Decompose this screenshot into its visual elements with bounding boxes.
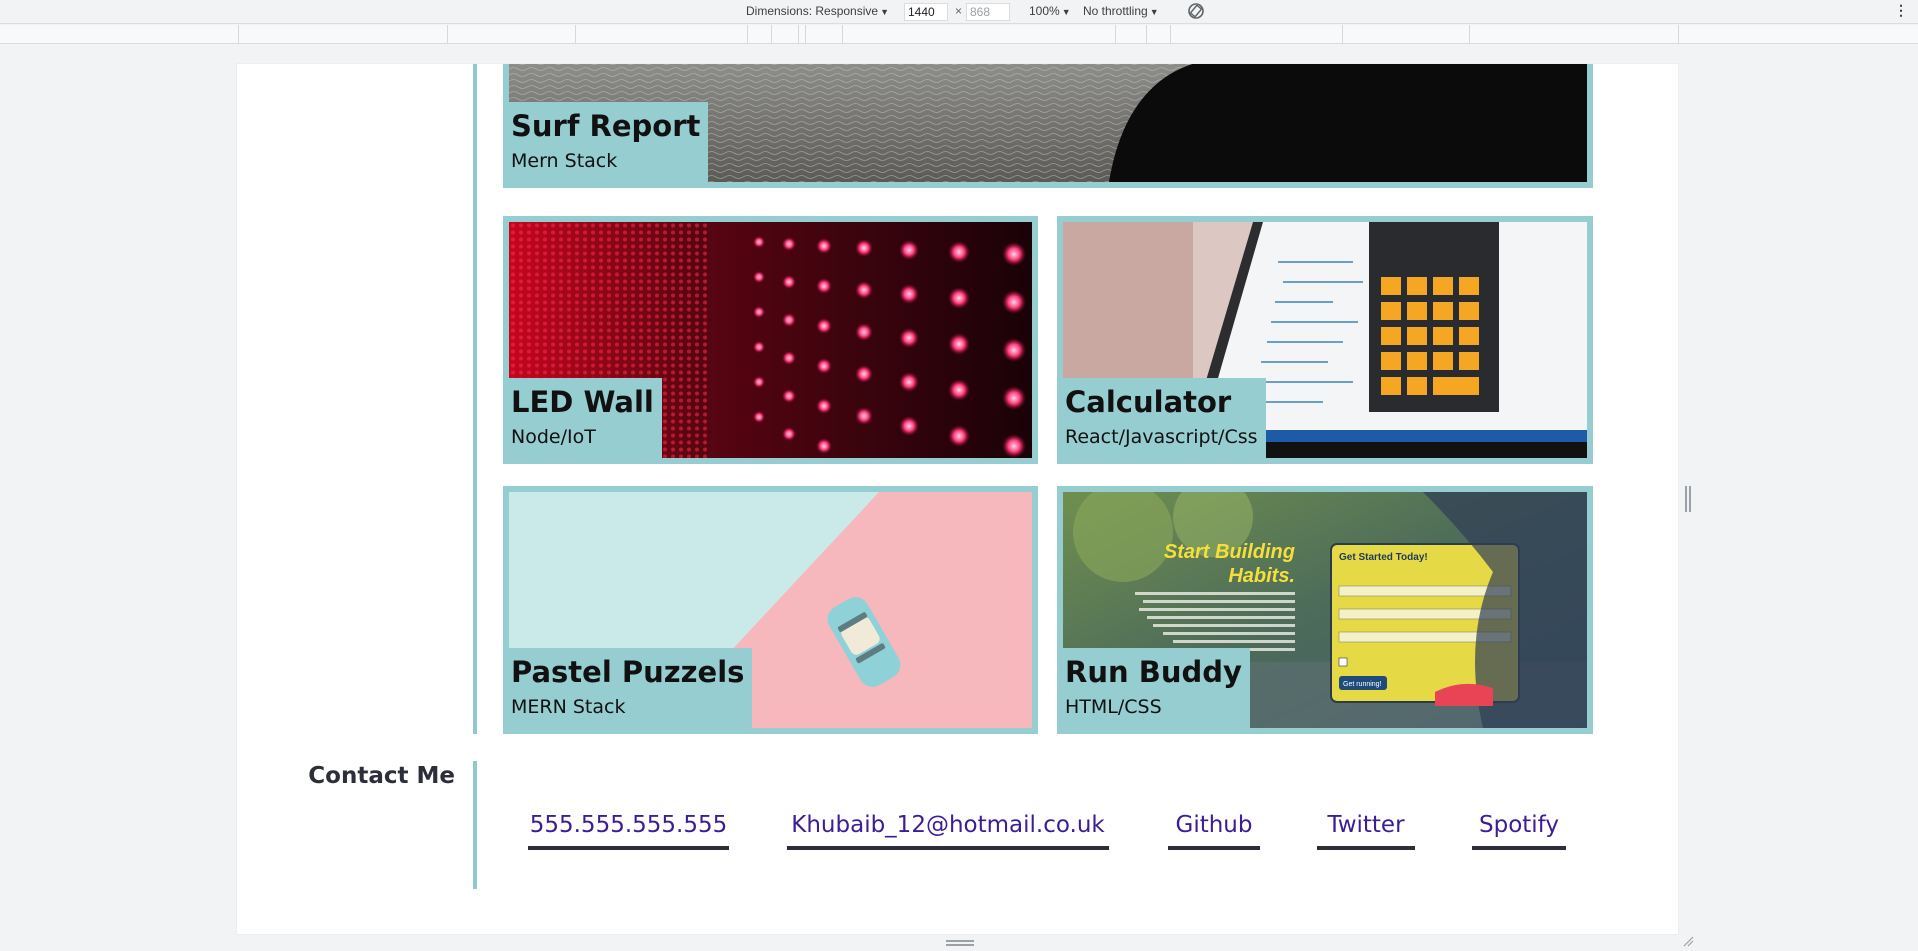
media-query-ruler	[0, 25, 1918, 44]
throttling-dropdown[interactable]: No throttling ▼	[1083, 4, 1159, 18]
project-title: Surf Report	[511, 109, 701, 143]
caret-down-icon: ▼	[880, 7, 889, 17]
page-viewport: Surf Report Mern Stack LED Wall Node/IoT…	[237, 64, 1678, 934]
project-stack: React/Javascript/Css	[1065, 426, 1258, 448]
email-link[interactable]: Khubaib_12@hotmail.co.uk	[787, 812, 1109, 850]
dimensions-dropdown[interactable]: Dimensions: Responsive ▼	[746, 4, 889, 18]
project-stack: HTML/CSS	[1065, 696, 1162, 718]
corner-resize-icon[interactable]	[1682, 935, 1694, 947]
project-card-surf-report[interactable]: Surf Report Mern Stack	[503, 64, 1593, 188]
project-title: Calculator	[1065, 385, 1232, 419]
project-stack: Node/IoT	[511, 426, 596, 448]
project-card-led-wall[interactable]: LED Wall Node/IoT	[503, 216, 1038, 464]
phone-link[interactable]: 555.555.555.555	[528, 812, 729, 850]
project-label: Surf Report Mern Stack	[509, 102, 709, 182]
project-card-pastel-puzzels[interactable]: Pastel Puzzels MERN Stack	[503, 486, 1038, 734]
more-options-icon[interactable]: ⋮	[1894, 2, 1908, 19]
height-input[interactable]	[966, 3, 1010, 21]
section-divider	[473, 64, 477, 734]
spotify-link[interactable]: Spotify	[1472, 812, 1566, 850]
project-label: Calculator React/Javascript/Css	[1063, 378, 1266, 458]
project-card-calculator[interactable]: Calculator React/Javascript/Css	[1057, 216, 1593, 464]
times-icon: ×	[955, 4, 963, 18]
caret-down-icon: ▼	[1149, 7, 1159, 17]
project-label: LED Wall Node/IoT	[509, 378, 662, 458]
twitter-link[interactable]: Twitter	[1317, 812, 1415, 850]
run-buddy-headline-2: Habits.	[1228, 565, 1295, 587]
project-title: LED Wall	[511, 385, 654, 419]
project-label: Run Buddy HTML/CSS	[1063, 648, 1250, 728]
contact-heading: Contact Me	[308, 763, 455, 789]
github-link[interactable]: Github	[1168, 812, 1260, 850]
project-title: Pastel Puzzels	[511, 655, 745, 689]
zoom-label: 100%	[1029, 4, 1060, 18]
zoom-dropdown[interactable]: 100% ▼	[1029, 4, 1071, 18]
dimensions-label: Dimensions: Responsive	[746, 4, 879, 18]
throttling-label: No throttling	[1083, 4, 1148, 18]
bottom-resize-handle[interactable]	[946, 940, 974, 946]
project-stack: MERN Stack	[511, 696, 626, 718]
project-title: Run Buddy	[1065, 655, 1242, 689]
run-buddy-form-title: Get Started Today!	[1339, 552, 1428, 563]
project-card-run-buddy[interactable]: Start Building Habits. Get Started Today…	[1057, 486, 1593, 734]
contact-divider	[473, 761, 477, 889]
caret-down-icon: ▼	[1061, 7, 1071, 17]
device-toolbar: Dimensions: Responsive▼ × 100%▼ No throt…	[0, 0, 1918, 24]
run-buddy-form-button: Get running!	[1343, 681, 1382, 688]
project-label: Pastel Puzzels MERN Stack	[509, 648, 753, 728]
width-input[interactable]	[904, 3, 948, 21]
run-buddy-headline: Start Building	[1164, 541, 1295, 563]
right-resize-handle[interactable]	[1685, 486, 1691, 512]
project-stack: Mern Stack	[511, 150, 618, 172]
rotate-icon[interactable]	[1186, 1, 1206, 24]
